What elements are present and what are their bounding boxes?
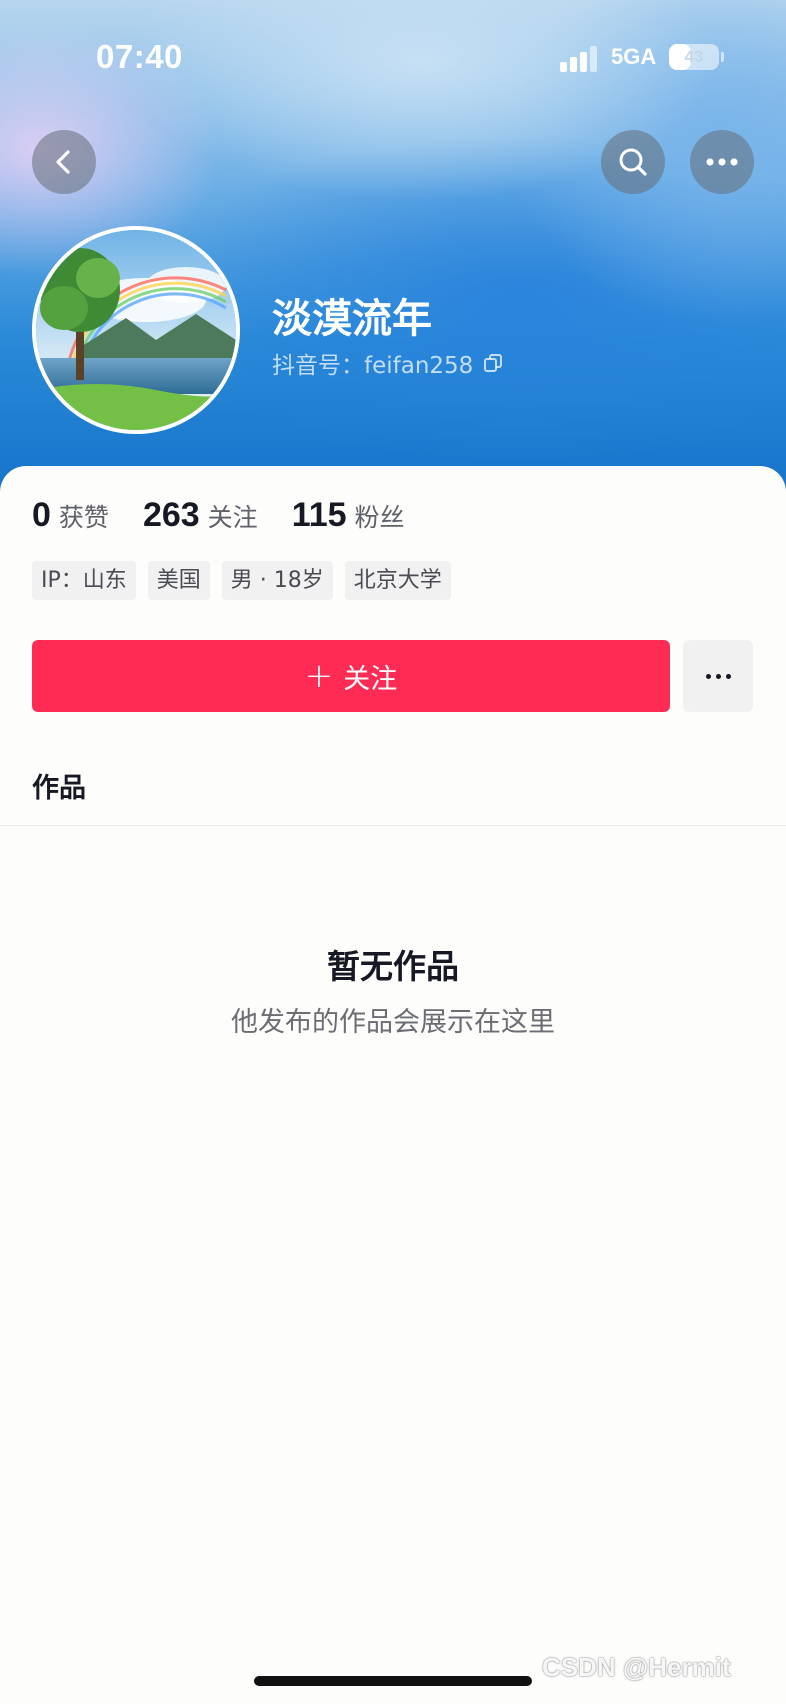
more-button[interactable] <box>690 130 754 194</box>
plus-icon: + <box>304 656 334 696</box>
stat-following-value: 263 <box>142 496 200 534</box>
more-actions-button[interactable] <box>683 640 753 712</box>
empty-state-title: 暂无作品 <box>327 947 459 986</box>
tag-school: 北京大学 <box>344 561 451 600</box>
ellipsis-dot <box>725 673 731 679</box>
back-button[interactable] <box>32 130 96 194</box>
ellipsis-dot <box>715 673 721 679</box>
copy-icon[interactable] <box>483 353 503 373</box>
tag-gender-age: 男 · 18岁 <box>221 561 333 600</box>
profile-name: 淡漠流年 <box>272 296 432 342</box>
status-time: 07:40 <box>96 38 183 75</box>
tab-divider <box>0 825 786 826</box>
more-horizontal-icon <box>706 158 738 166</box>
battery-icon: 43 <box>669 44 719 70</box>
stat-likes-label: 获赞 <box>58 503 109 532</box>
profile-tags: IP：山东 美国 男 · 18岁 北京大学 <box>32 561 451 600</box>
avatar[interactable] <box>32 226 240 434</box>
stat-followers-value: 115 <box>291 496 347 534</box>
tab-works[interactable]: 作品 <box>32 766 86 805</box>
chevron-left-icon <box>56 150 70 174</box>
stat-followers[interactable]: 115 粉丝 <box>292 496 405 535</box>
douyin-id-text: 抖音号：feifan258 <box>272 346 473 380</box>
follow-button-label: 关注 <box>343 663 398 695</box>
stat-likes-value: 0 <box>32 496 51 534</box>
douyin-id-row: 抖音号：feifan258 <box>272 346 503 380</box>
search-button[interactable] <box>601 130 665 194</box>
ellipsis-dot <box>705 673 711 679</box>
tag-ip: IP：山东 <box>32 561 136 600</box>
empty-state-subtitle: 他发布的作品会展示在这里 <box>231 1007 555 1038</box>
watermark: CSDN @Hermit <box>542 1652 731 1682</box>
tag-country: 美国 <box>147 561 210 600</box>
signal-icon <box>560 46 602 72</box>
stat-following-label: 关注 <box>207 503 258 532</box>
stat-likes[interactable]: 0 获赞 <box>32 496 109 535</box>
stat-following[interactable]: 263 关注 <box>143 496 258 535</box>
status-bar: 07:40 5GA 43 <box>0 0 786 120</box>
home-indicator[interactable] <box>254 1676 532 1686</box>
battery-percent: 43 <box>684 47 704 66</box>
search-icon <box>619 148 647 176</box>
network-label: 5GA <box>611 44 657 69</box>
avatar-landscape-image <box>36 230 236 430</box>
stats-row: 0 获赞 263 关注 115 粉丝 <box>32 496 439 535</box>
battery-nub <box>721 52 724 62</box>
douyin-id-label: 抖音号： <box>272 353 364 379</box>
follow-button[interactable]: + 关注 <box>32 640 670 712</box>
stat-followers-label: 粉丝 <box>354 503 405 532</box>
douyin-id-value: feifan258 <box>364 353 474 379</box>
